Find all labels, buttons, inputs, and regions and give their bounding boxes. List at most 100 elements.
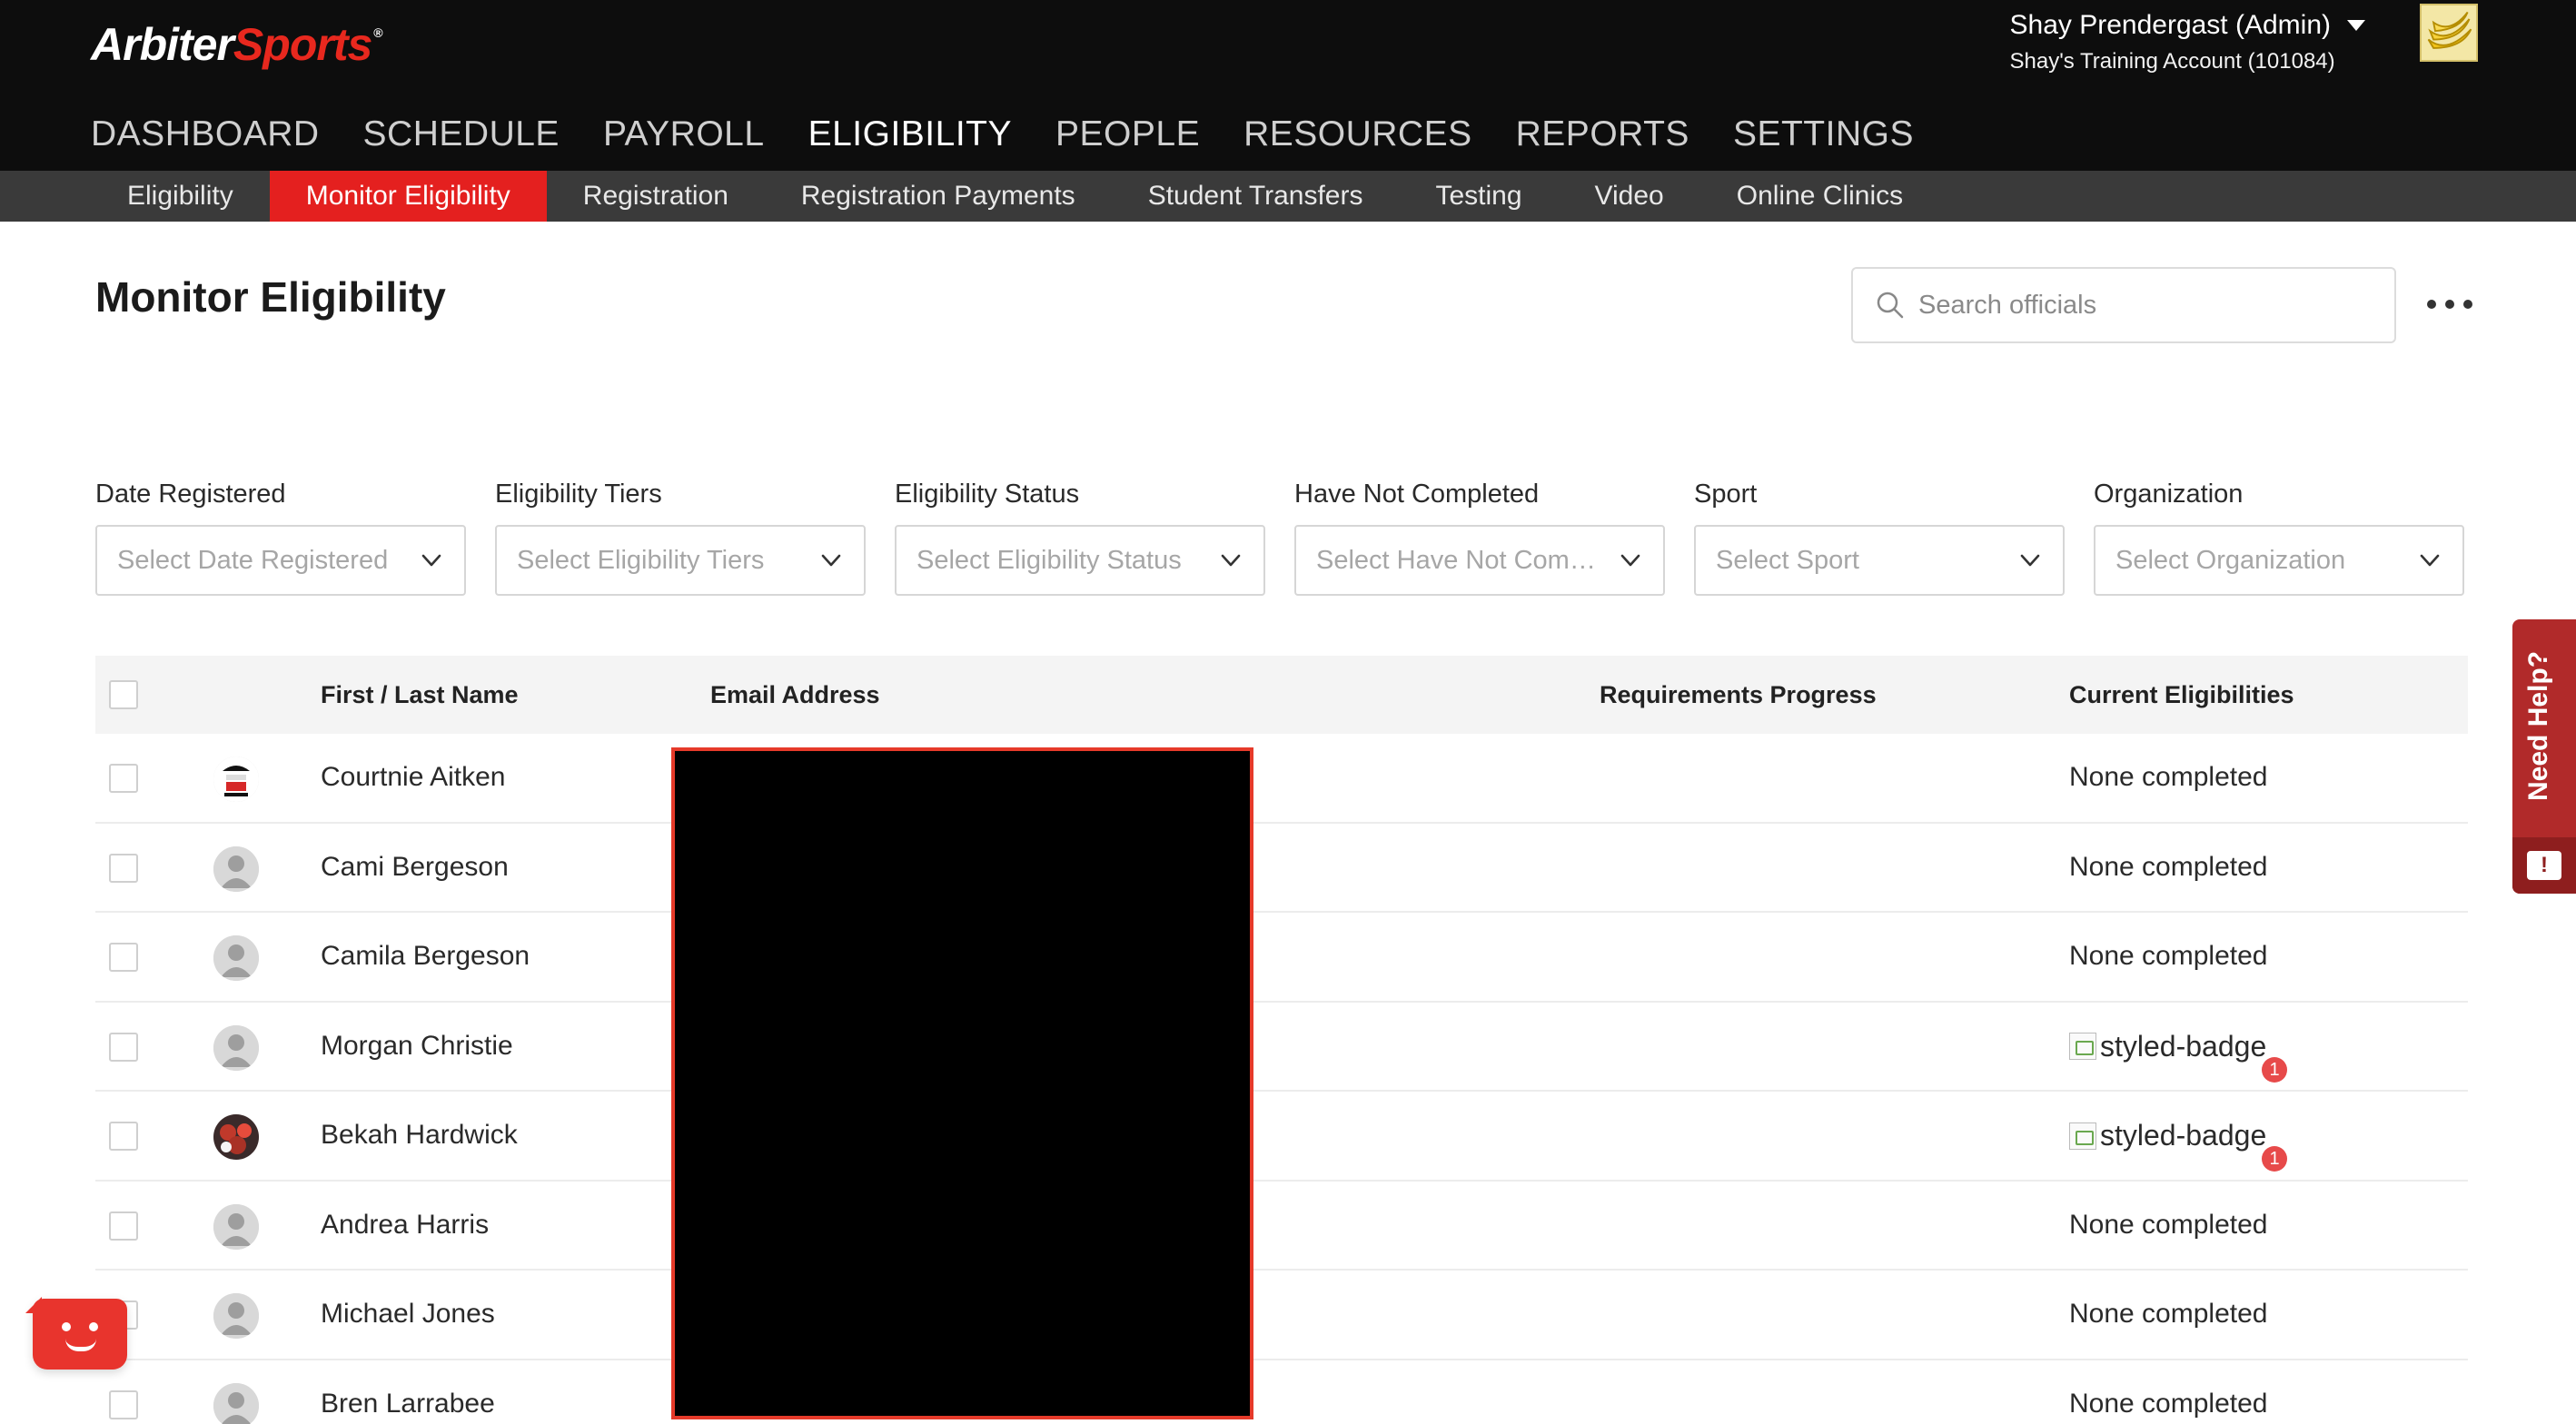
more-horizontal-icon[interactable]: [2427, 289, 2472, 320]
main-nav-eligibility[interactable]: ELIGIBILITY: [808, 111, 1012, 158]
table-body: Courtnie Aitken None completed Cami Berges…: [95, 734, 2468, 1424]
sub-nav-online-clinics[interactable]: Online Clinics: [1700, 171, 1939, 222]
sub-nav-testing[interactable]: Testing: [1399, 171, 1558, 222]
row-checkbox[interactable]: [109, 764, 138, 793]
sub-nav-registration[interactable]: Registration: [547, 171, 765, 222]
search-box[interactable]: [1851, 267, 2396, 343]
eligibility-text: None completed: [2069, 762, 2268, 792]
banana-avatar-icon[interactable]: [2420, 4, 2478, 62]
sub-nav-registration-payments[interactable]: Registration Payments: [765, 171, 1112, 222]
official-name[interactable]: Bren Larrabee: [321, 1389, 495, 1419]
eligibility-badge[interactable]: styled-badge: [2069, 1030, 2266, 1063]
search-icon: [1877, 292, 1904, 319]
eligibility-status-select[interactable]: Select Eligibility Status: [895, 525, 1265, 596]
filter-label: Organization: [2094, 480, 2244, 509]
eligibility-text: None completed: [2069, 941, 2268, 971]
table-row[interactable]: Courtnie Aitken None completed: [95, 734, 2468, 824]
chevron-down-icon: [1620, 554, 1640, 567]
header-email[interactable]: Email Address: [710, 681, 880, 709]
chevron-down-icon: [2020, 554, 2040, 567]
default-avatar-icon: [213, 1203, 259, 1250]
default-avatar-icon: [213, 1024, 259, 1071]
select-placeholder: Select Date Registered: [117, 545, 389, 575]
chevron-down-icon: [821, 554, 841, 567]
main-nav-settings[interactable]: SETTINGS: [1733, 111, 1914, 158]
user-menu[interactable]: Shay Prendergast (Admin) Shay's Training…: [2009, 7, 2365, 74]
arbitersports-logo[interactable]: Arbiter Sports ®: [91, 13, 383, 76]
default-avatar-icon: [213, 1293, 259, 1339]
main-nav-payroll[interactable]: PAYROLL: [603, 111, 765, 158]
eligibility-tiers-select[interactable]: Select Eligibility Tiers: [495, 525, 866, 596]
official-name[interactable]: Cami Bergeson: [321, 852, 509, 883]
chevron-down-icon: [1221, 554, 1241, 567]
logo-trademark: ®: [373, 25, 382, 40]
header-name[interactable]: First / Last Name: [321, 681, 519, 709]
official-name[interactable]: Camila Bergeson: [321, 941, 530, 972]
main-nav-reports[interactable]: REPORTS: [1516, 111, 1689, 158]
broken-image-icon: [2069, 1033, 2096, 1060]
main-nav-resources[interactable]: RESOURCES: [1243, 111, 1472, 158]
header-current-eligibilities[interactable]: Current Eligibilities: [2069, 681, 2294, 709]
filter-label: Eligibility Tiers: [495, 480, 662, 509]
sub-nav-eligibility[interactable]: Eligibility: [91, 171, 270, 222]
chevron-down-icon: [421, 554, 441, 567]
table-row[interactable]: Morgan Christie styled-badge 1: [95, 1003, 2468, 1092]
caret-down-icon[interactable]: [2347, 20, 2365, 31]
filter-label: Have Not Completed: [1294, 480, 1540, 509]
table-row[interactable]: Andrea Harris None completed: [95, 1182, 2468, 1271]
page-title: Monitor Eligibility: [95, 273, 446, 321]
badge-alt-text: styled-badge: [2100, 1119, 2267, 1152]
filter-organization: Organization Select Organization: [2094, 476, 2464, 596]
table-row[interactable]: Michael Jones None completed: [95, 1271, 2468, 1360]
chat-alert-glyph: !: [2527, 851, 2561, 880]
filter-eligibility-status: Eligibility Status Select Eligibility Sta…: [895, 476, 1265, 596]
sport-select[interactable]: Select Sport: [1694, 525, 2065, 596]
official-name[interactable]: Morgan Christie: [321, 1031, 513, 1062]
table-row[interactable]: Cami Bergeson None completed: [95, 824, 2468, 913]
eligibility-badge[interactable]: styled-badge: [2069, 1119, 2266, 1152]
more-dot: [2427, 300, 2436, 309]
select-all-checkbox[interactable]: [109, 680, 138, 709]
user-account: Shay's Training Account (101084): [2009, 49, 2335, 74]
chatbot-icon[interactable]: [25, 1297, 127, 1370]
row-checkbox[interactable]: [109, 1032, 138, 1062]
sub-nav-monitor-eligibility[interactable]: Monitor Eligibility: [269, 171, 547, 222]
row-checkbox[interactable]: [109, 943, 138, 972]
main-nav-people[interactable]: PEOPLE: [1055, 111, 1200, 158]
filter-eligibility-tiers: Eligibility Tiers Select Eligibility Tier…: [495, 476, 866, 596]
row-checkbox[interactable]: [109, 853, 138, 883]
header-requirements-progress[interactable]: Requirements Progress: [1600, 681, 1877, 709]
chatbot-eye: [62, 1322, 71, 1331]
table-row[interactable]: Camila Bergeson None completed: [95, 913, 2468, 1003]
chatbot-eye: [89, 1322, 98, 1331]
organization-select[interactable]: Select Organization: [2094, 525, 2464, 596]
sub-nav-student-transfers[interactable]: Student Transfers: [1112, 171, 1400, 222]
row-checkbox[interactable]: [109, 1122, 138, 1151]
official-name[interactable]: Michael Jones: [321, 1299, 495, 1330]
eligibility-text: None completed: [2069, 1388, 2268, 1419]
table-header: First / Last Name Email Address Requirem…: [95, 656, 2468, 734]
filter-date-registered: Date Registered Select Date Registered: [95, 476, 466, 596]
date-registered-select[interactable]: Select Date Registered: [95, 525, 466, 596]
have-not-completed-select[interactable]: Select Have Not Compl...: [1294, 525, 1665, 596]
sub-nav-video[interactable]: Video: [1559, 171, 1700, 222]
default-avatar-icon: [213, 846, 259, 892]
logo-text-sports: Sports: [233, 19, 372, 70]
official-name[interactable]: Courtnie Aitken: [321, 762, 505, 793]
filter-label: Date Registered: [95, 480, 286, 509]
official-name[interactable]: Bekah Hardwick: [321, 1120, 518, 1151]
officials-table: First / Last Name Email Address Requirem…: [95, 656, 2468, 1424]
table-row[interactable]: Bren Larrabee None completed: [95, 1360, 2468, 1424]
need-help-tab[interactable]: Need Help? !: [2512, 619, 2576, 894]
table-row[interactable]: Bekah Hardwick styled-badge 1: [95, 1092, 2468, 1182]
user-name: Shay Prendergast (Admin): [2009, 10, 2332, 40]
row-checkbox[interactable]: [109, 1211, 138, 1241]
chat-alert-icon[interactable]: !: [2512, 837, 2576, 894]
main-nav-schedule[interactable]: SCHEDULE: [363, 111, 560, 158]
search-input[interactable]: [1918, 290, 2373, 321]
main-nav-dashboard[interactable]: DASHBOARD: [91, 111, 320, 158]
page: Arbiter Sports ® Shay Prendergast (Admin) …: [0, 0, 2576, 1424]
row-checkbox[interactable]: [109, 1389, 138, 1419]
official-name[interactable]: Andrea Harris: [321, 1210, 489, 1241]
user-name-row[interactable]: Shay Prendergast (Admin): [2009, 7, 2365, 44]
